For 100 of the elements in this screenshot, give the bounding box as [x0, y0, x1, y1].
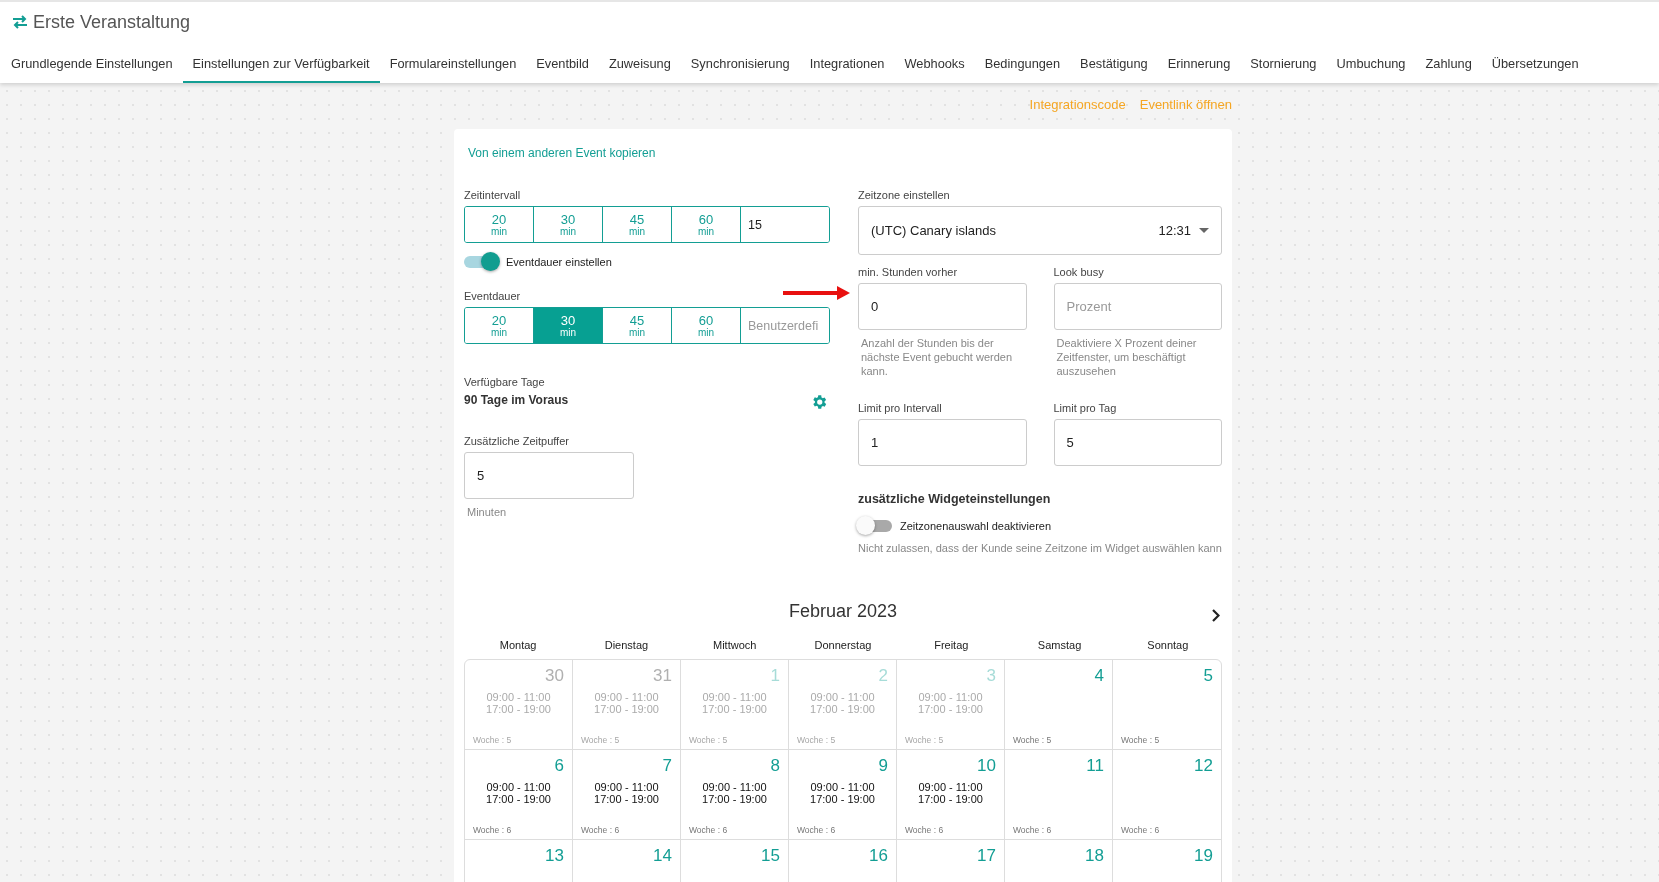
tab[interactable]: Synchronisierung [680, 48, 800, 83]
day-number: 9 [878, 756, 888, 776]
weekday-label: Freitag [933, 639, 970, 651]
weekday-label: Sonntag [1146, 639, 1190, 651]
day-number: 4 [1094, 666, 1104, 686]
field-hint: Deaktiviere X Prozent deiner Zeitfenster, um beschäftigt auszusehen [1056, 336, 1198, 379]
day-cell[interactable]: 11 Woche : 6 [1005, 750, 1113, 840]
tab[interactable]: Integrationen [799, 48, 895, 83]
week-label: Woche : 6 [581, 825, 621, 835]
time-slot: 17:00 - 19:00 [918, 703, 983, 715]
input-field[interactable]: Prozent [1053, 283, 1222, 330]
day-cell[interactable]: 10 09:00 - 11:00 17:00 - 19:00 Woche : 6 [897, 750, 1005, 840]
field-label: Limit pro Intervall [858, 402, 943, 414]
day-number: 17 [977, 846, 996, 866]
time-slot: 09:00 - 11:00 [702, 691, 767, 703]
page-title: Erste Veranstaltung [33, 11, 191, 33]
tab[interactable]: Webhooks [894, 48, 975, 83]
day-number: 18 [1085, 846, 1104, 866]
tab[interactable]: Stornierung [1240, 48, 1327, 83]
day-number: 1 [770, 666, 780, 686]
week-label: Woche : 5 [581, 735, 621, 745]
tab[interactable]: Zuweisung [598, 48, 681, 83]
tab[interactable]: Einstellungen zur Verfügbarkeit [182, 48, 380, 83]
week-label: Woche : 5 [689, 735, 729, 745]
timezone-select[interactable]: (UTC) Canary islands 12:31 [858, 206, 1222, 255]
tab[interactable]: Grundlegende Einstellungen [0, 48, 183, 83]
day-number: 5 [1203, 666, 1213, 686]
weekday-label: Donnerstag [813, 639, 873, 651]
time-slot: 17:00 - 19:00 [486, 703, 551, 715]
day-number: 19 [1194, 846, 1213, 866]
weekday-label: Dienstag [603, 639, 650, 651]
week-label: Woche : 5 [1121, 735, 1161, 745]
swap-arrows-icon [12, 15, 28, 29]
day-cell[interactable]: 2 09:00 - 11:00 17:00 - 19:00 Woche : 5 [789, 660, 897, 750]
time-slot: 09:00 - 11:00 [810, 691, 875, 703]
input-field[interactable]: 5 [1053, 419, 1222, 466]
field-hint: Minuten [467, 505, 508, 519]
day-cell[interactable]: 1 09:00 - 11:00 17:00 - 19:00 Woche : 5 [681, 660, 789, 750]
tab[interactable]: Eventbild [526, 48, 599, 83]
day-cell[interactable]: 15 [681, 840, 789, 882]
day-cell[interactable]: 31 09:00 - 11:00 17:00 - 19:00 Woche : 5 [573, 660, 681, 750]
toggle-hint: Nicht zulassen, dass der Kunde seine Zeitzone im Widget auswählen kann [858, 541, 1222, 555]
time-slot: 09:00 - 11:00 [594, 691, 659, 703]
day-cell[interactable]: 30 09:00 - 11:00 17:00 - 19:00 Woche : 5 [465, 660, 573, 750]
day-cell[interactable]: 4 Woche : 5 [1005, 660, 1113, 750]
day-number: 8 [770, 756, 780, 776]
day-cell[interactable]: 12 Woche : 6 [1113, 750, 1221, 840]
day-number: 16 [869, 846, 888, 866]
day-cell[interactable]: 5 Woche : 5 [1113, 660, 1221, 750]
tab[interactable]: Bestätigung [1070, 48, 1158, 83]
day-cell[interactable]: 16 [789, 840, 897, 882]
toggle-label: Zeitzonenauswahl deaktivieren [900, 520, 1052, 532]
time-slot: 17:00 - 19:00 [810, 793, 875, 805]
week-label: Woche : 6 [1013, 825, 1053, 835]
toggle-label: Eventdauer einstellen [506, 256, 612, 268]
day-cell[interactable]: 14 [573, 840, 681, 882]
time-slot: 09:00 - 11:00 [918, 781, 983, 793]
day-cell[interactable]: 18 [1005, 840, 1113, 882]
day-number: 30 [545, 666, 564, 686]
tab[interactable]: Zahlung [1415, 48, 1482, 83]
input-field[interactable]: 1 [858, 419, 1027, 466]
day-number: 14 [653, 846, 672, 866]
input-field[interactable]: 0 [858, 283, 1027, 330]
day-cell[interactable]: 7 09:00 - 11:00 17:00 - 19:00 Woche : 6 [573, 750, 681, 840]
day-cell[interactable]: 13 [465, 840, 573, 882]
day-number: 13 [545, 846, 564, 866]
day-number: 3 [986, 666, 996, 686]
time-slot: 17:00 - 19:00 [594, 703, 659, 715]
week-label: Woche : 6 [473, 825, 513, 835]
week-label: Woche : 5 [1013, 735, 1053, 745]
time-slot: 09:00 - 11:00 [486, 691, 551, 703]
tab[interactable]: Formulareinstellungen [379, 48, 527, 83]
tab[interactable]: Bedingungen [974, 48, 1071, 83]
annotation-arrow [783, 285, 851, 301]
tab[interactable]: Übersetzungen [1481, 48, 1589, 83]
day-cell[interactable]: 9 09:00 - 11:00 17:00 - 19:00 Woche : 6 [789, 750, 897, 840]
week-label: Woche : 6 [1121, 825, 1161, 835]
field-label: Zusätzliche Zeitpuffer [464, 435, 570, 447]
tab[interactable]: Erinnerung [1157, 48, 1241, 83]
tab[interactable]: Umbuchung [1326, 48, 1416, 83]
time-slot: 17:00 - 19:00 [702, 793, 767, 805]
day-cell[interactable]: 19 [1113, 840, 1221, 882]
buffer-field[interactable]: 5 [464, 452, 634, 499]
field-label: min. Stunden vorher [858, 266, 959, 278]
day-number: 31 [653, 666, 672, 686]
weekday-label: Montag [498, 639, 538, 651]
day-number: 12 [1194, 756, 1213, 776]
day-cell[interactable]: 6 09:00 - 11:00 17:00 - 19:00 Woche : 6 [465, 750, 573, 840]
week-label: Woche : 5 [797, 735, 837, 745]
time-slot: 09:00 - 11:00 [702, 781, 767, 793]
timezone-time: 12:31 [1158, 223, 1191, 238]
day-cell[interactable]: 17 [897, 840, 1005, 882]
dropdown-caret-icon [1199, 228, 1209, 233]
copy-event-link[interactable]: Von einem anderen Event kopieren [468, 146, 656, 160]
chevron-right-icon[interactable] [1212, 609, 1220, 622]
day-cell[interactable]: 3 09:00 - 11:00 17:00 - 19:00 Woche : 5 [897, 660, 1005, 750]
field-label: Zeitintervall [464, 189, 522, 201]
day-cell[interactable]: 8 09:00 - 11:00 17:00 - 19:00 Woche : 6 [681, 750, 789, 840]
time-slot: 17:00 - 19:00 [594, 793, 659, 805]
field-label: Eventdauer [464, 290, 522, 302]
